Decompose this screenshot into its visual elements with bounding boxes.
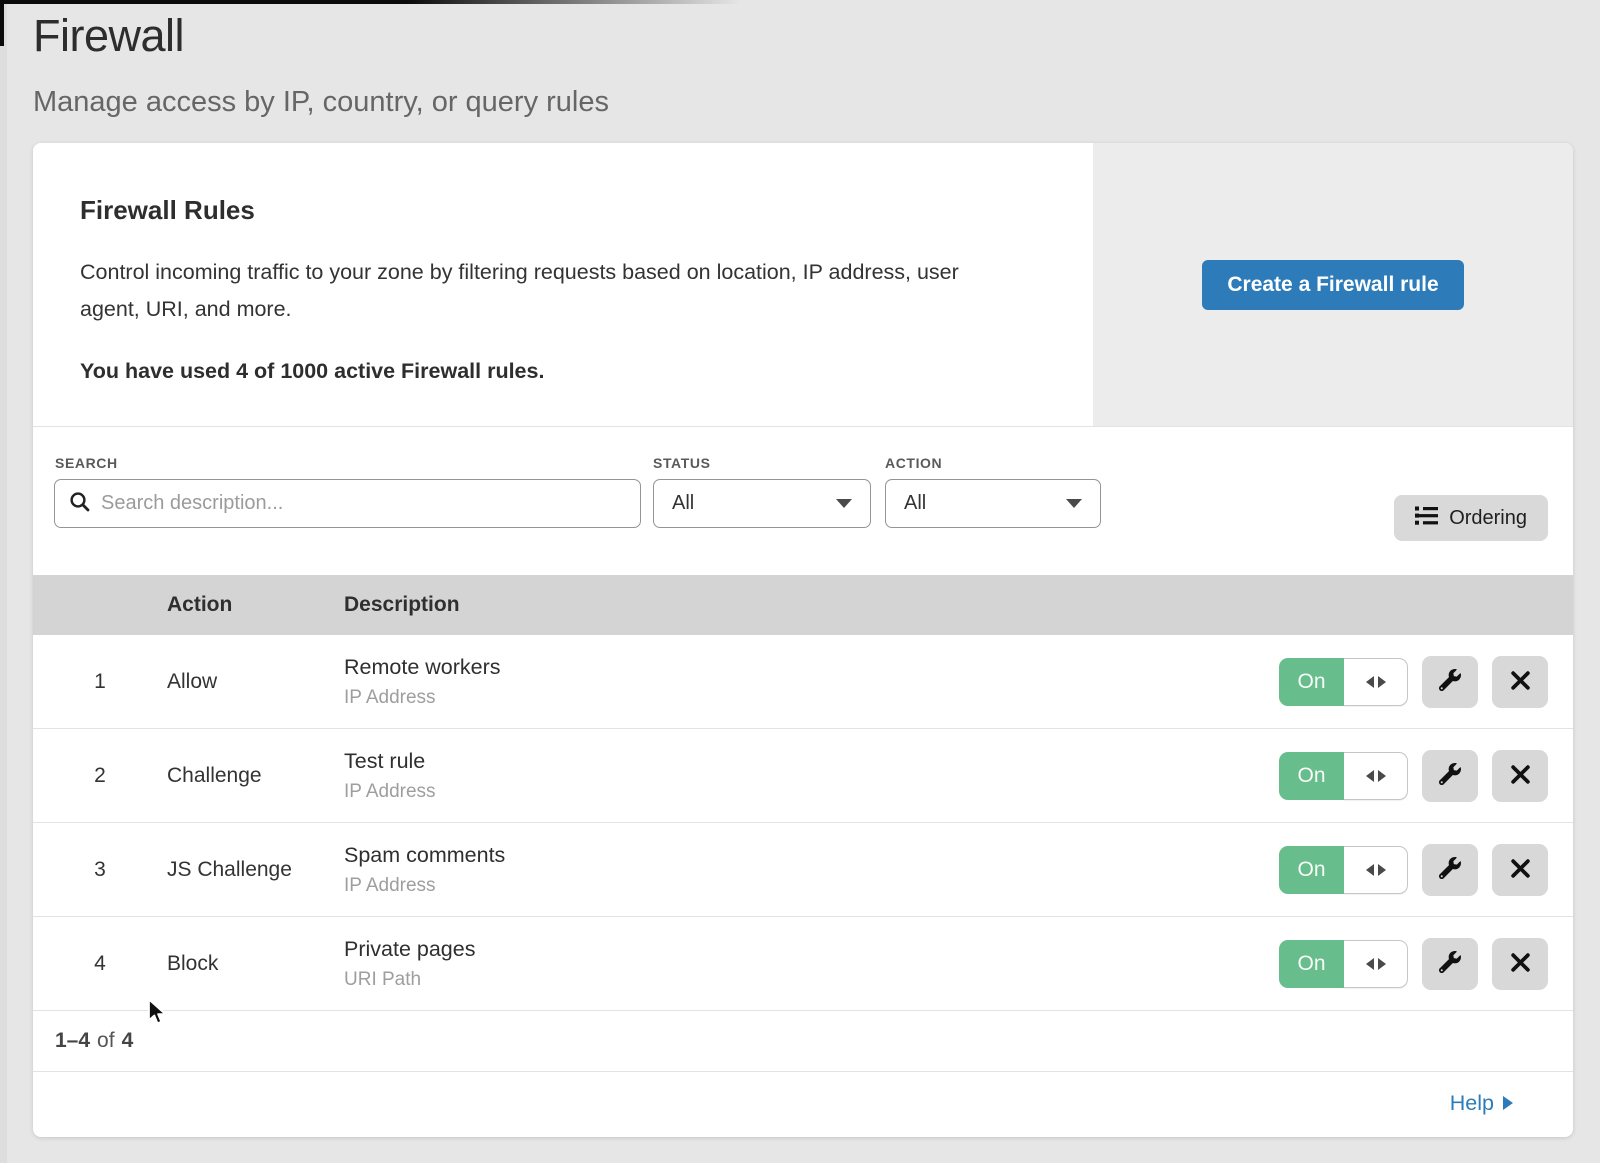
rule-description: Spam comments	[344, 843, 1279, 868]
pagination-total: 4	[122, 1029, 134, 1053]
rule-match-type: IP Address	[344, 781, 1279, 803]
rule-description-cell: Test rule IP Address	[344, 749, 1279, 803]
rule-controls: On	[1279, 656, 1573, 708]
rule-description-cell: Remote workers IP Address	[344, 655, 1279, 709]
rule-action: JS Challenge	[167, 858, 344, 882]
action-value: All	[904, 492, 926, 515]
edit-rule-button[interactable]	[1422, 656, 1478, 708]
create-firewall-rule-button[interactable]: Create a Firewall rule	[1202, 260, 1463, 310]
rule-enabled-toggle[interactable]: On	[1279, 658, 1408, 706]
ordering-button-label: Ordering	[1449, 507, 1527, 530]
table-row: 3 JS Challenge Spam comments IP Address …	[33, 823, 1573, 917]
rule-number: 1	[33, 670, 167, 694]
rule-number: 4	[33, 952, 167, 976]
chevron-down-icon	[1066, 499, 1082, 508]
pagination: 1–4 of 4	[33, 1011, 1573, 1071]
create-rule-panel: Create a Firewall rule	[1093, 143, 1573, 426]
help-link[interactable]: Help	[1450, 1091, 1513, 1116]
rule-description-cell: Spam comments IP Address	[344, 843, 1279, 897]
close-icon	[1510, 764, 1531, 788]
chevron-down-icon	[836, 499, 852, 508]
close-icon	[1510, 858, 1531, 882]
rule-controls: On	[1279, 844, 1573, 896]
firewall-page: Firewall Manage access by IP, country, o…	[0, 0, 1600, 1163]
status-value: All	[672, 492, 694, 515]
window-left-edge	[0, 0, 4, 46]
close-icon	[1510, 952, 1531, 976]
search-input[interactable]	[101, 492, 626, 515]
description-column-header: Description	[344, 593, 1573, 617]
rule-enabled-toggle[interactable]: On	[1279, 940, 1408, 988]
list-icon	[1415, 506, 1438, 531]
rule-action: Challenge	[167, 764, 344, 788]
toggle-on-label[interactable]: On	[1279, 658, 1344, 706]
toggle-on-label[interactable]: On	[1279, 752, 1344, 800]
rule-enabled-toggle[interactable]: On	[1279, 752, 1408, 800]
table-row: 1 Allow Remote workers IP Address On	[33, 635, 1573, 729]
action-column-header: Action	[167, 593, 344, 617]
action-select[interactable]: All	[885, 479, 1101, 528]
help-link-label: Help	[1450, 1091, 1494, 1116]
rule-description-cell: Private pages URI Path	[344, 937, 1279, 991]
status-label: STATUS	[653, 455, 711, 471]
rule-number: 3	[33, 858, 167, 882]
right-triangle-icon	[1503, 1096, 1513, 1110]
wrench-icon	[1439, 669, 1461, 694]
table-row: 2 Challenge Test rule IP Address On	[33, 729, 1573, 823]
delete-rule-button[interactable]	[1492, 750, 1548, 802]
edit-rule-button[interactable]	[1422, 750, 1478, 802]
page-subtitle: Manage access by IP, country, or query r…	[33, 86, 1600, 119]
rule-action: Block	[167, 952, 344, 976]
rule-description: Test rule	[344, 749, 1279, 774]
edit-rule-button[interactable]	[1422, 938, 1478, 990]
rule-enabled-toggle[interactable]: On	[1279, 846, 1408, 894]
window-left-strip	[0, 0, 7, 1163]
rule-controls: On	[1279, 750, 1573, 802]
wrench-icon	[1439, 951, 1461, 976]
edit-rule-button[interactable]	[1422, 844, 1478, 896]
filters-bar: SEARCH STATUS All ACTION All	[33, 427, 1573, 575]
toggle-arrows-icon[interactable]	[1344, 752, 1408, 800]
toggle-on-label[interactable]: On	[1279, 846, 1344, 894]
table-row: 4 Block Private pages URI Path On	[33, 917, 1573, 1011]
card-top-text: Firewall Rules Control incoming traffic …	[33, 143, 1093, 426]
search-label: SEARCH	[55, 455, 118, 471]
page-title: Firewall	[33, 10, 1600, 62]
rule-number: 2	[33, 764, 167, 788]
card-heading: Firewall Rules	[80, 195, 1013, 226]
delete-rule-button[interactable]	[1492, 656, 1548, 708]
status-select[interactable]: All	[653, 479, 871, 528]
toggle-arrows-icon[interactable]	[1344, 658, 1408, 706]
rule-description: Remote workers	[344, 655, 1279, 680]
toggle-arrows-icon[interactable]	[1344, 940, 1408, 988]
rule-description: Private pages	[344, 937, 1279, 962]
rule-controls: On	[1279, 938, 1573, 990]
usage-note: You have used 4 of 1000 active Firewall …	[80, 359, 1013, 384]
ordering-button[interactable]: Ordering	[1394, 495, 1548, 541]
rule-match-type: IP Address	[344, 687, 1279, 709]
pagination-of: of	[97, 1029, 115, 1053]
rule-match-type: URI Path	[344, 969, 1279, 991]
wrench-icon	[1439, 763, 1461, 788]
action-label: ACTION	[885, 455, 942, 471]
search-box[interactable]	[54, 479, 641, 528]
close-icon	[1510, 670, 1531, 694]
toggle-arrows-icon[interactable]	[1344, 846, 1408, 894]
rule-action: Allow	[167, 670, 344, 694]
table-header: Action Description	[33, 575, 1573, 635]
help-row: Help	[33, 1071, 1573, 1134]
rule-match-type: IP Address	[344, 875, 1279, 897]
pagination-range: 1–4	[55, 1029, 90, 1053]
card-top-section: Firewall Rules Control incoming traffic …	[33, 143, 1573, 427]
search-icon	[69, 491, 90, 517]
wrench-icon	[1439, 857, 1461, 882]
window-top-edge	[0, 0, 740, 4]
delete-rule-button[interactable]	[1492, 938, 1548, 990]
delete-rule-button[interactable]	[1492, 844, 1548, 896]
rules-table-body: 1 Allow Remote workers IP Address On	[33, 635, 1573, 1011]
card-description: Control incoming traffic to your zone by…	[80, 254, 1013, 327]
toggle-on-label[interactable]: On	[1279, 940, 1344, 988]
page-header: Firewall Manage access by IP, country, o…	[0, 0, 1600, 119]
firewall-rules-card: Firewall Rules Control incoming traffic …	[33, 143, 1573, 1137]
